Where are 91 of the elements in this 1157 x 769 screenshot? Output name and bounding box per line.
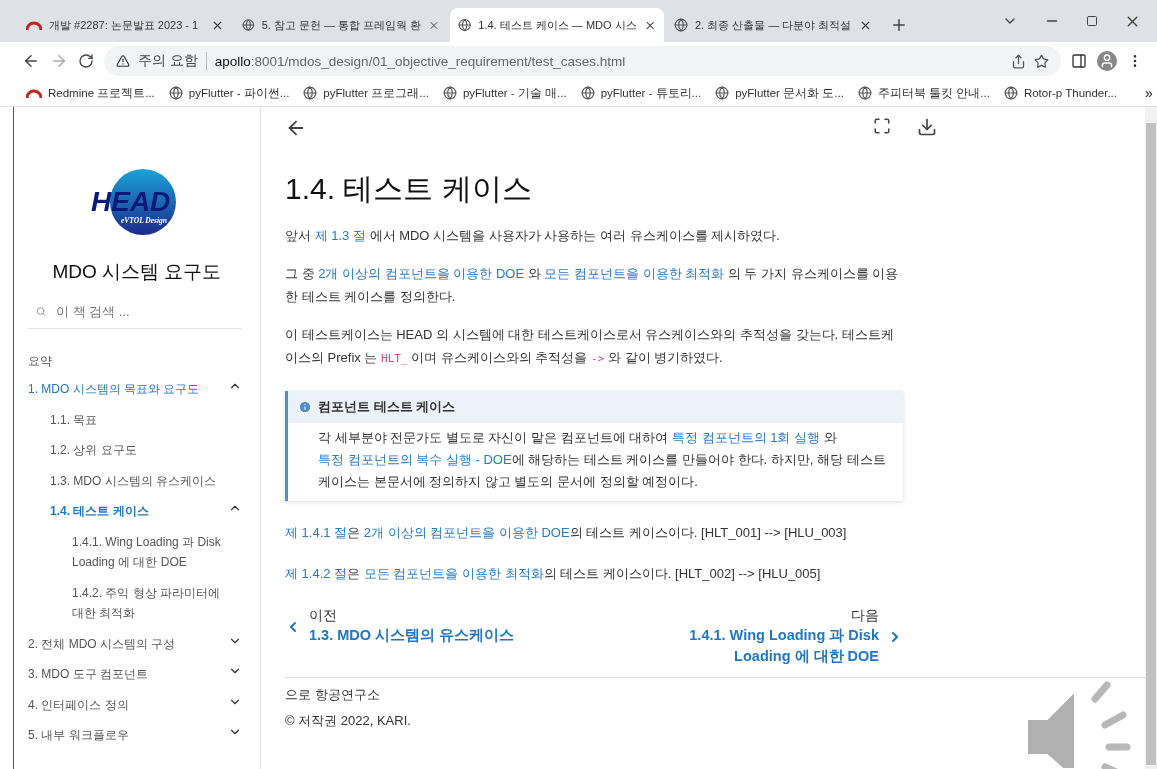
- url-text: apollo:8001/mdos_design/01_objective_requirement/test_cases.html: [214, 53, 627, 69]
- bookmark[interactable]: pyFlutter - 튜토리...: [580, 85, 702, 101]
- security-label: 주의 요함: [138, 52, 207, 70]
- bookmark[interactable]: pyFlutter 문서화 도...: [715, 85, 844, 101]
- bookmark[interactable]: 주피터북 툴킷 안내...: [857, 85, 990, 101]
- globe-icon: [442, 86, 457, 100]
- book-title: MDO 시스템 요구도: [51, 260, 223, 284]
- bookmark[interactable]: pyFlutter 프로그래...: [303, 85, 429, 101]
- tab-title: 1.4. 테스트 케이스 — MDO 시스: [478, 17, 637, 33]
- side-panel-icon[interactable]: [1071, 53, 1087, 69]
- search-field[interactable]: 이 책 검색 ...: [28, 299, 242, 329]
- globe-icon: [458, 18, 472, 32]
- paragraph: 제 1.4.2 절 은 모든 컴포넌트을 이용한 최적화의 테스트 케이스이다. [HLT_002] --> [HLU_005]: [285, 565, 822, 583]
- reload-icon[interactable]: [78, 53, 94, 69]
- bookmark-label: pyFlutter - 파이썬...: [188, 85, 290, 101]
- nav-item[interactable]: 1.4. 테스트 케이스: [14, 496, 260, 527]
- globe-icon: [715, 86, 730, 100]
- maximize-icon[interactable]: [1086, 15, 1098, 27]
- globe-icon: [168, 86, 183, 100]
- bookmark[interactable]: Rotor-p Thunder...: [1003, 86, 1117, 100]
- nav-item[interactable]: 3. MDO 도구 컴포넌트: [14, 659, 260, 690]
- next-link[interactable]: 다음 1.4.1. Wing Loading 과 Disk Loading 에 대한 DOE: [679, 607, 903, 667]
- footer-text: © 저작권 2022, KARI.: [285, 712, 412, 730]
- browser-tab[interactable]: 1.4. 테스트 케이스 — MDO 시스: [450, 8, 664, 42]
- browser-tab[interactable]: 개발 #2287: 논문발표 2023 - 1: [18, 8, 232, 42]
- browser-tab[interactable]: 2. 최종 산출물 — 다분야 최적설: [666, 8, 880, 42]
- bookmark[interactable]: pyFlutter - 파이썬...: [168, 85, 290, 101]
- download-icon[interactable]: [917, 117, 937, 137]
- tab-title: 2. 최종 산출물 — 다분야 최적설: [695, 17, 852, 33]
- globe-icon: [674, 18, 688, 32]
- link[interactable]: 모든 컴포넌트을 이용한 최적화: [363, 566, 544, 581]
- globe-icon: [303, 86, 318, 100]
- link[interactable]: 제 1.4.1 절: [285, 525, 348, 540]
- nav-item[interactable]: 5. 내부 워크플로우: [14, 720, 260, 751]
- paragraph: 이 테스트케이스는 HEAD 의 시스템에 대한 테스트케이스로서 유스케이스와의 추적성을 갖는다. 테스트케이스의 Prefix 는 HLT_ 이며 유스케이스와의 추적성을 -> 와 같이 병기하였다.: [285, 326, 895, 367]
- browser-tab[interactable]: 5. 참고 문헌 — 통합 프레임웍 환: [234, 8, 448, 42]
- paragraph: 앞서 제 1.3 절 에서 MDO 시스템을 사용자가 사용하는 여러 유스케이스를 제시하였다.: [285, 227, 781, 245]
- search-input[interactable]: 이 책 검색 ...: [54, 303, 234, 320]
- bookmark[interactable]: Redmine 프로젝트...: [26, 85, 155, 101]
- previous-link[interactable]: 이전 1.3. MDO 시스템의 유스케이스: [285, 607, 515, 646]
- profile-icon[interactable]: [1097, 51, 1117, 71]
- globe-icon: [242, 18, 255, 32]
- link[interactable]: 특정 컴포넌트의 1회 실행: [671, 430, 820, 445]
- address-bar[interactable]: 주의 요함 apollo:8001/mdos_design/01_objective_requirement/test_cases.html: [104, 46, 1061, 76]
- paragraph: 제 1.4.1 절 은 2개 이상의 컴포넌트을 이용한 DOE의 테스트 케이스이다. [HLT_001] --> [HLU_003]: [285, 524, 848, 542]
- bookmark[interactable]: pyFlutter - 기술 매...: [442, 85, 567, 101]
- nav-item[interactable]: 1.1. 목표: [14, 404, 260, 435]
- bookmark-label: pyFlutter - 튜토리...: [600, 85, 702, 101]
- arc-icon: [26, 87, 42, 99]
- nav-item[interactable]: 1.2. 상위 요구도: [14, 435, 260, 466]
- link[interactable]: 2개 이상의 컴포넌트을 이용한 DOE: [363, 525, 570, 540]
- note-title: 컴포넌트 테스트 케이스: [288, 391, 903, 423]
- more-bookmarks[interactable]: »: [1145, 85, 1153, 101]
- nav-item[interactable]: 1.4.1. Wing Loading 과 Disk Loading 에 대한 DOE: [14, 526, 260, 578]
- nav-item[interactable]: 1.3. MDO 시스템의 유스케이스: [14, 465, 260, 496]
- globe-icon: [580, 86, 595, 100]
- bookmark-label: pyFlutter 프로그래...: [323, 85, 429, 101]
- globe-icon: [1003, 86, 1018, 100]
- new-tab-icon[interactable]: [890, 16, 908, 34]
- link[interactable]: 특정 컴포넌트의 복수 실행 - DOE: [318, 452, 512, 467]
- bookmark-label: pyFlutter 문서화 도...: [735, 85, 844, 101]
- nav-item[interactable]: 2. 전체 MDO 시스템의 구성: [14, 628, 260, 659]
- nav-item[interactable]: 4. 인터페이스 정의: [14, 689, 260, 720]
- bookmark-label: Rotor-p Thunder...: [1023, 87, 1117, 99]
- warning-icon: [116, 54, 130, 68]
- bookmark-label: 주피터북 툴킷 안내...: [877, 85, 990, 101]
- arc-icon: [26, 19, 42, 31]
- nav-item[interactable]: 1. MDO 시스템의 목표와 요구도: [14, 374, 260, 405]
- fullscreen-icon[interactable]: [873, 117, 891, 135]
- link[interactable]: 2개 이상의 컴포넌트을 이용한 DOE: [318, 266, 525, 281]
- page-heading: 1.4. 테스트 케이스: [285, 171, 533, 207]
- link[interactable]: 제 1.3 절: [314, 228, 366, 243]
- search-icon: [36, 304, 46, 319]
- link[interactable]: 모든 컴포넌트을 이용한 최적화: [544, 266, 725, 281]
- bookmark-label: Redmine 프로젝트...: [48, 85, 155, 101]
- code-text: ->: [591, 352, 605, 365]
- tab-title: 개발 #2287: 논문발표 2023 - 1: [49, 17, 200, 33]
- bookmark-label: pyFlutter - 기술 매...: [462, 85, 567, 101]
- back-icon[interactable]: [22, 52, 40, 70]
- paragraph: 각 세부분야 전문가도 별도로 자신이 맡은 컴포넌트에 대하여 특정 컴포넌트의 1회 실행 와 특정 컴포넌트의 복수 실행 - DOE에 해당하는 테스트 케이스를 만들어야 한다. 하지만, 해당 테스트 케이스는 본문서에 정의하지 않고 별도의 문서에 정의할 예정이다.: [317, 429, 887, 491]
- code-text: HLT_: [381, 352, 408, 365]
- tab-title: 5. 참고 문헌 — 통합 프레임웍 환: [261, 17, 422, 33]
- bookmark-star-icon[interactable]: [1034, 53, 1049, 69]
- info-icon: [298, 400, 312, 414]
- section-caption: 요약: [28, 353, 53, 370]
- footer-text: 으로 항공연구소: [285, 686, 381, 704]
- share-icon[interactable]: [1011, 53, 1026, 69]
- globe-icon: [857, 86, 872, 100]
- link[interactable]: 제 1.4.2 절: [285, 566, 348, 581]
- nav-item[interactable]: 1.4.2. 주익 형상 파라미터에 대한 최적화: [14, 577, 260, 629]
- paragraph: 그 중 2개 이상의 컴포넌트을 이용한 DOE 와 모든 컴포넌트을 이용한 최적화 의 두 가지 유스케이스를 이용한 테스트 케이스를 정의한다.: [285, 265, 900, 306]
